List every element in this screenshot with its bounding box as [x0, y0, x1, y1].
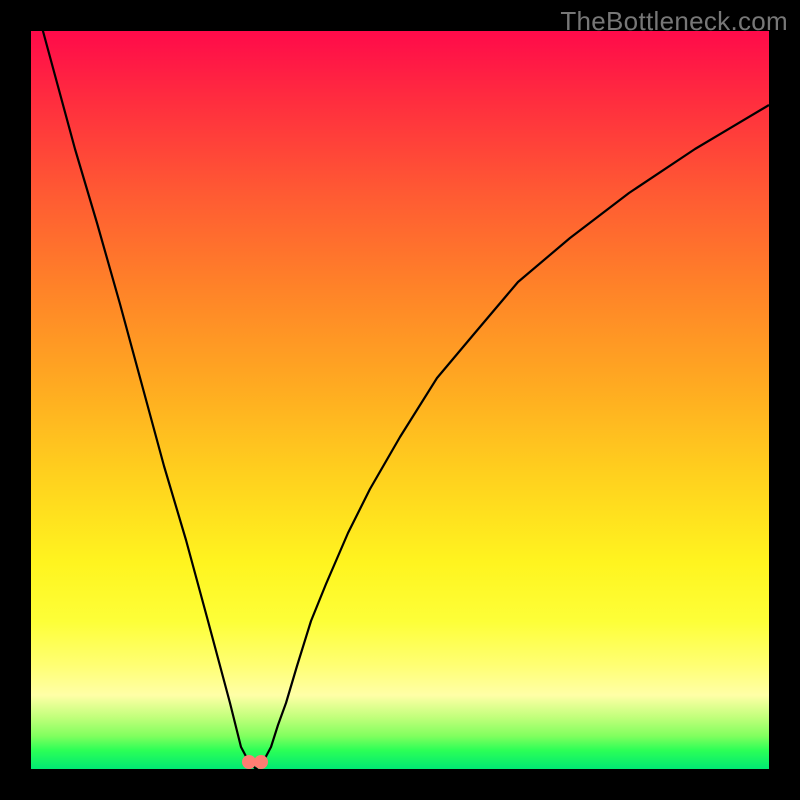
watermark-text: TheBottleneck.com — [560, 6, 788, 37]
plot-area — [31, 31, 769, 769]
bottleneck-curve — [31, 31, 769, 769]
chart-frame: TheBottleneck.com — [0, 0, 800, 800]
curve-path — [31, 0, 769, 769]
optimum-marker — [254, 755, 268, 769]
